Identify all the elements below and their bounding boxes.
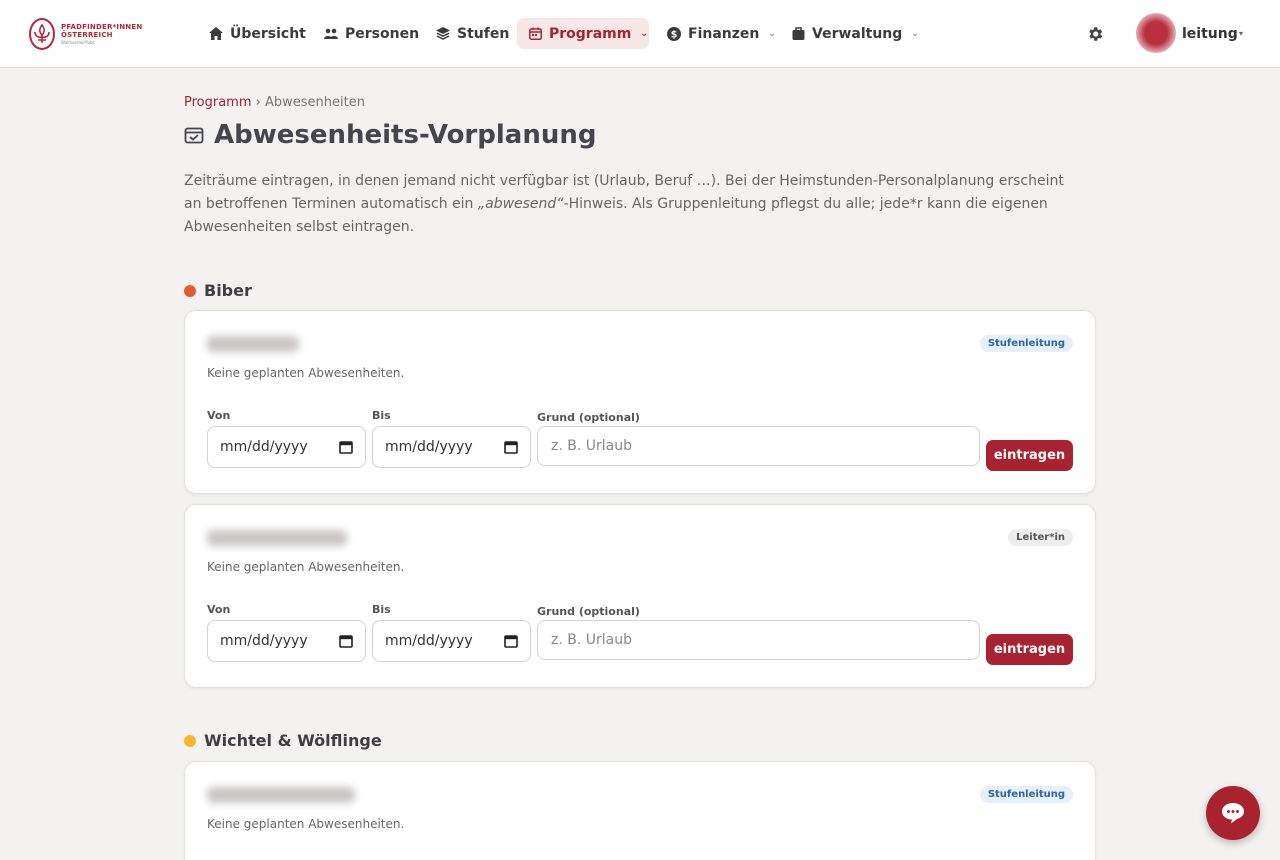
chevron-down-icon: ⌄ [768, 28, 776, 39]
nav-stages[interactable]: Stufen [424, 18, 521, 49]
page-title-row: Abwesenheits-Vorplanung [184, 120, 596, 150]
group-name: Biber [204, 281, 252, 300]
nav-program[interactable]: Programm ⌄ [517, 18, 649, 49]
from-label: Von [207, 603, 231, 616]
breadcrumb-current: Abwesenheiten [265, 95, 365, 110]
nav-administration[interactable]: Verwaltung ⌄ [780, 18, 931, 49]
svg-text:$: $ [671, 29, 678, 40]
calendar-icon [529, 27, 542, 40]
user-avatar[interactable] [1136, 13, 1176, 53]
organization-logo[interactable]: PFADFINDER*INNEN ÖSTERREICH Waldviertel/… [29, 17, 143, 51]
lily-emblem-icon [29, 18, 55, 50]
no-absences-text: Keine geplanten Abwesenheiten. [207, 560, 405, 574]
layers-icon [436, 27, 450, 40]
from-date-value: mm/dd/yyyy [220, 439, 308, 455]
submit-absence-button[interactable]: eintragen [986, 634, 1073, 665]
chat-bubble-icon [1222, 803, 1244, 824]
to-date-input[interactable]: mm/dd/yyyy [372, 620, 531, 662]
nav-program-label: Programm [549, 25, 632, 42]
from-date-input[interactable]: mm/dd/yyyy [207, 426, 366, 468]
page-intro: Zeiträume eintragen, in denen jemand nic… [184, 170, 1084, 239]
no-absences-text: Keine geplanten Abwesenheiten. [207, 817, 405, 831]
users-icon [324, 28, 338, 39]
logo-line-2: ÖSTERREICH [61, 30, 113, 39]
dollar-circle-icon: $ [667, 26, 681, 41]
gear-icon[interactable] [1086, 25, 1104, 43]
chevron-down-icon: ⌄ [640, 28, 648, 39]
to-label: Bis [372, 409, 391, 422]
calendar-picker-icon[interactable] [339, 440, 353, 454]
nav-overview[interactable]: Übersicht [197, 18, 318, 49]
to-date-value: mm/dd/yyyy [385, 439, 473, 455]
to-date-value: mm/dd/yyyy [385, 633, 473, 649]
breadcrumb: Programm › Abwesenheiten [184, 95, 365, 110]
submit-absence-button[interactable]: eintragen [986, 440, 1073, 471]
group-color-dot [184, 734, 196, 747]
no-absences-text: Keine geplanten Abwesenheiten. [207, 366, 405, 380]
group-header-wichtel-woelflinge: Wichtel & Wölflinge [184, 731, 382, 750]
person-name-redacted [207, 530, 347, 546]
calendar-picker-icon[interactable] [504, 634, 518, 648]
calendar-picker-icon[interactable] [339, 634, 353, 648]
user-menu-caret-icon[interactable]: ▾ [1239, 29, 1243, 38]
person-card: Stufenleitung Keine geplanten Abwesenhei… [184, 761, 1096, 860]
role-badge: Stufenleitung [979, 786, 1073, 803]
person-name-redacted [207, 336, 299, 352]
role-badge: Stufenleitung [979, 335, 1073, 352]
nav-overview-label: Übersicht [230, 25, 306, 42]
page-title: Abwesenheits-Vorplanung [214, 120, 597, 150]
nav-finances-label: Finanzen [688, 25, 760, 42]
user-name[interactable]: leitung [1182, 26, 1238, 42]
to-label: Bis [372, 603, 391, 616]
calendar-check-icon [184, 127, 204, 144]
home-icon [209, 27, 223, 40]
intro-emphasis: „abwesend“ [477, 196, 564, 212]
reason-label: Grund (optional) [537, 411, 640, 424]
reason-label: Grund (optional) [537, 605, 640, 618]
top-navigation-bar: PFADFINDER*INNEN ÖSTERREICH Waldviertel/… [0, 0, 1280, 68]
from-date-value: mm/dd/yyyy [220, 633, 308, 649]
group-color-dot [184, 284, 196, 297]
calendar-picker-icon[interactable] [504, 440, 518, 454]
from-date-input[interactable]: mm/dd/yyyy [207, 620, 366, 662]
nav-stages-label: Stufen [457, 25, 510, 42]
from-label: Von [207, 409, 231, 422]
logo-line-1: PFADFINDER*INNEN [61, 22, 143, 31]
breadcrumb-separator: › [255, 95, 261, 110]
person-card: Stufenleitung Keine geplanten Abwesenhei… [184, 310, 1096, 494]
person-card: Leiter*in Keine geplanten Abwesenheiten.… [184, 504, 1096, 688]
briefcase-icon [792, 27, 805, 40]
role-badge: Leiter*in [1008, 529, 1073, 546]
nav-persons-label: Personen [345, 25, 420, 42]
nav-finances[interactable]: $ Finanzen ⌄ [655, 18, 788, 49]
reason-input[interactable] [537, 426, 980, 466]
group-name: Wichtel & Wölflinge [204, 731, 382, 750]
reason-input[interactable] [537, 620, 980, 660]
person-name-redacted [207, 787, 355, 803]
logo-line-3: Waldviertel/Ybbs [61, 39, 95, 45]
nav-administration-label: Verwaltung [812, 25, 903, 42]
to-date-input[interactable]: mm/dd/yyyy [372, 426, 531, 468]
breadcrumb-program-link[interactable]: Programm [184, 95, 252, 110]
chevron-down-icon: ⌄ [911, 28, 919, 39]
nav-persons[interactable]: Personen [312, 18, 431, 49]
chat-button[interactable] [1206, 786, 1260, 840]
group-header-biber: Biber [184, 281, 252, 300]
